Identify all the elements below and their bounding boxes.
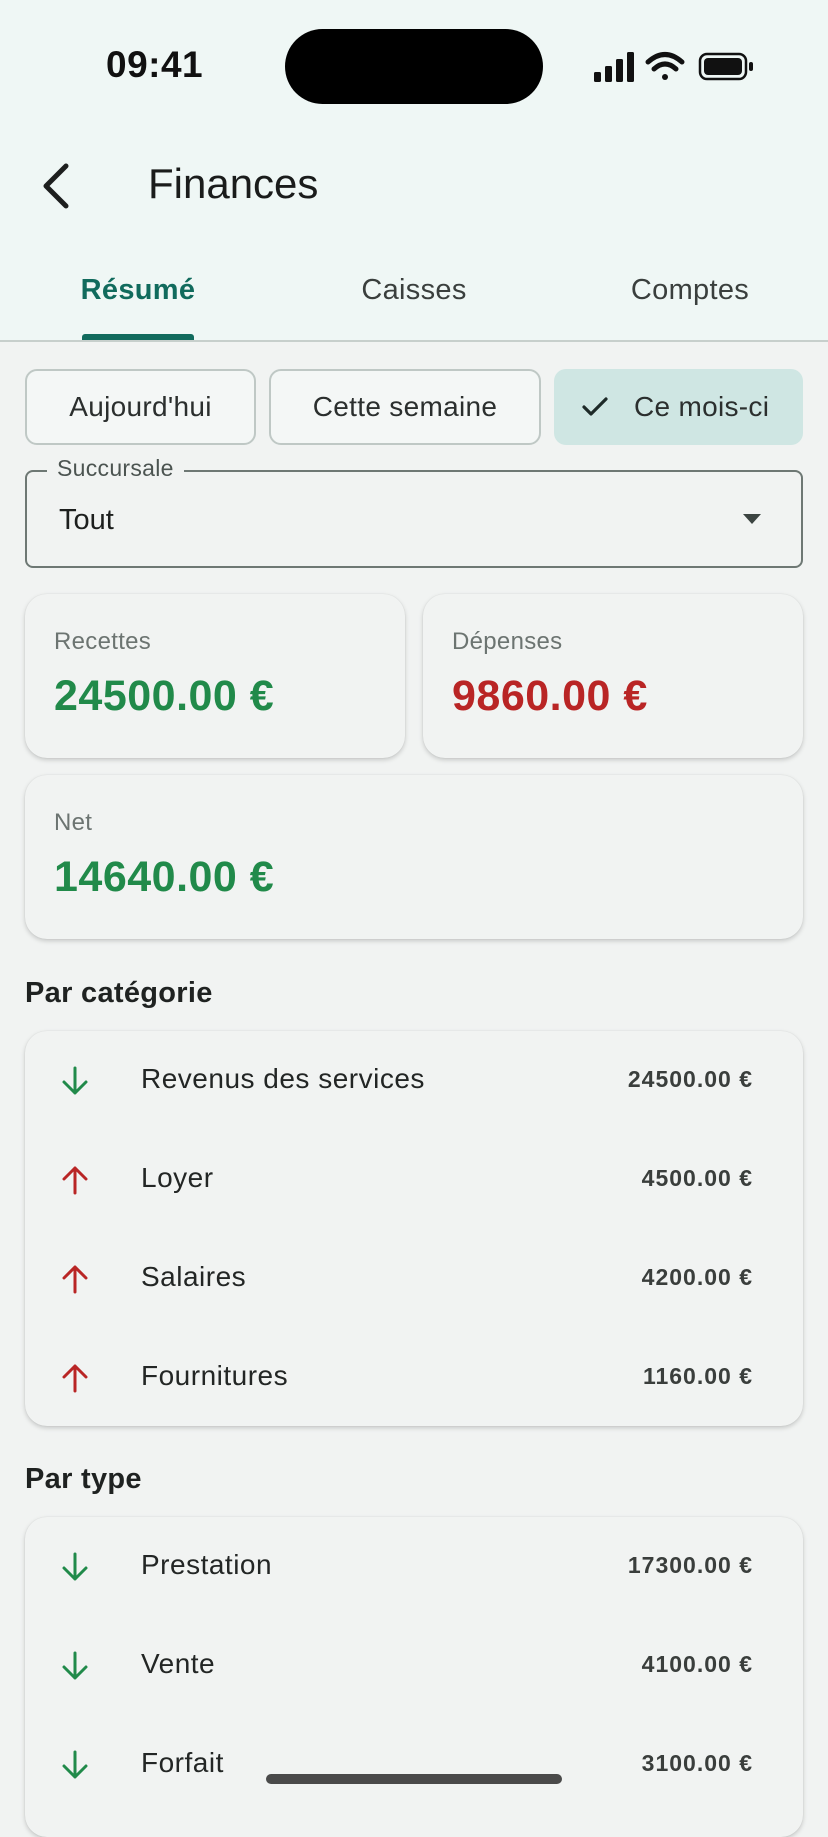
list-item-label: Salaires bbox=[141, 1261, 247, 1292]
list-item-amount: 4100.00 € bbox=[641, 1651, 753, 1677]
arrow-up-icon bbox=[62, 1265, 88, 1294]
tab-divider bbox=[0, 340, 828, 342]
list-item: Revenus des services 24500.00 € bbox=[25, 1031, 803, 1130]
arrow-up-icon bbox=[62, 1364, 88, 1393]
arrow-down-icon bbox=[62, 1750, 88, 1779]
chip-today[interactable]: Aujourd'hui bbox=[25, 369, 256, 445]
status-icons bbox=[594, 52, 753, 82]
expenses-card: Dépenses 9860.00 € bbox=[423, 594, 803, 758]
expenses-label: Dépenses bbox=[452, 628, 563, 655]
list-item-label: Prestation bbox=[141, 1549, 273, 1580]
list-item-label: Vente bbox=[141, 1648, 216, 1679]
list-item-amount: 1160.00 € bbox=[642, 1363, 753, 1389]
income-card: Recettes 24500.00 € bbox=[25, 594, 405, 758]
income-label: Recettes bbox=[54, 628, 152, 655]
list-item: Salaires 4200.00 € bbox=[25, 1229, 803, 1328]
check-icon bbox=[582, 397, 608, 416]
net-card: Net 14640.00 € bbox=[25, 775, 803, 939]
arrow-down-icon bbox=[62, 1552, 88, 1581]
type-list: Prestation 17300.00 € Vente 4100.00 € Fo… bbox=[25, 1517, 803, 1837]
tab-bar: Résumé Caisses Comptes bbox=[0, 250, 828, 340]
list-item: Vente 4100.00 € bbox=[25, 1616, 803, 1715]
list-item-amount: 4200.00 € bbox=[641, 1264, 753, 1290]
list-item-amount: 24500.00 € bbox=[627, 1066, 753, 1092]
list-item: Prestation 17300.00 € bbox=[25, 1517, 803, 1616]
list-item-amount: 17300.00 € bbox=[627, 1552, 753, 1578]
chip-label: Cette semaine bbox=[312, 391, 498, 422]
list-item: Fournitures 1160.00 € bbox=[25, 1328, 803, 1427]
tab-resume[interactable]: Résumé bbox=[0, 250, 276, 340]
list-item-label: Forfait bbox=[141, 1747, 224, 1778]
chip-label: Ce mois-ci bbox=[634, 391, 770, 422]
chip-this-week[interactable]: Cette semaine bbox=[269, 369, 541, 445]
tab-comptes[interactable]: Comptes bbox=[552, 250, 828, 340]
section-title-category: Par catégorie bbox=[25, 977, 213, 1009]
net-label: Net bbox=[54, 809, 93, 836]
arrow-down-icon bbox=[62, 1651, 88, 1680]
back-arrow-icon[interactable] bbox=[36, 158, 80, 214]
home-indicator[interactable] bbox=[266, 1774, 562, 1784]
arrow-up-icon bbox=[62, 1166, 88, 1195]
category-list: Revenus des services 24500.00 € Loyer 45… bbox=[25, 1031, 803, 1426]
tab-caisses[interactable]: Caisses bbox=[276, 250, 552, 340]
list-item: Loyer 4500.00 € bbox=[25, 1130, 803, 1229]
income-value: 24500.00 € bbox=[54, 672, 275, 720]
expenses-value: 9860.00 € bbox=[452, 672, 648, 720]
list-item-label: Fournitures bbox=[141, 1360, 289, 1391]
list-item-label: Revenus des services bbox=[141, 1063, 425, 1094]
list-item: Forfait 3100.00 € bbox=[25, 1715, 803, 1814]
list-item-amount: 3100.00 € bbox=[641, 1750, 753, 1776]
status-time: 09:41 bbox=[106, 44, 204, 85]
chip-label: Aujourd'hui bbox=[69, 391, 212, 422]
chip-this-month[interactable]: Ce mois-ci bbox=[554, 369, 803, 445]
section-title-type: Par type bbox=[25, 1463, 142, 1495]
net-value: 14640.00 € bbox=[54, 853, 275, 901]
dynamic-island bbox=[285, 29, 543, 104]
list-item-amount: 4500.00 € bbox=[641, 1165, 753, 1191]
signal-icon bbox=[594, 52, 634, 82]
branch-select[interactable]: Succursale Tout bbox=[25, 455, 803, 568]
page-title: Finances bbox=[148, 160, 319, 207]
list-item-label: Loyer bbox=[141, 1162, 214, 1193]
branch-select-value: Tout bbox=[59, 504, 114, 536]
arrow-down-icon bbox=[62, 1066, 88, 1095]
wifi-icon bbox=[645, 52, 685, 80]
branch-select-label: Succursale bbox=[47, 455, 184, 482]
battery-icon bbox=[698, 52, 753, 81]
dropdown-arrow-icon bbox=[743, 514, 761, 524]
